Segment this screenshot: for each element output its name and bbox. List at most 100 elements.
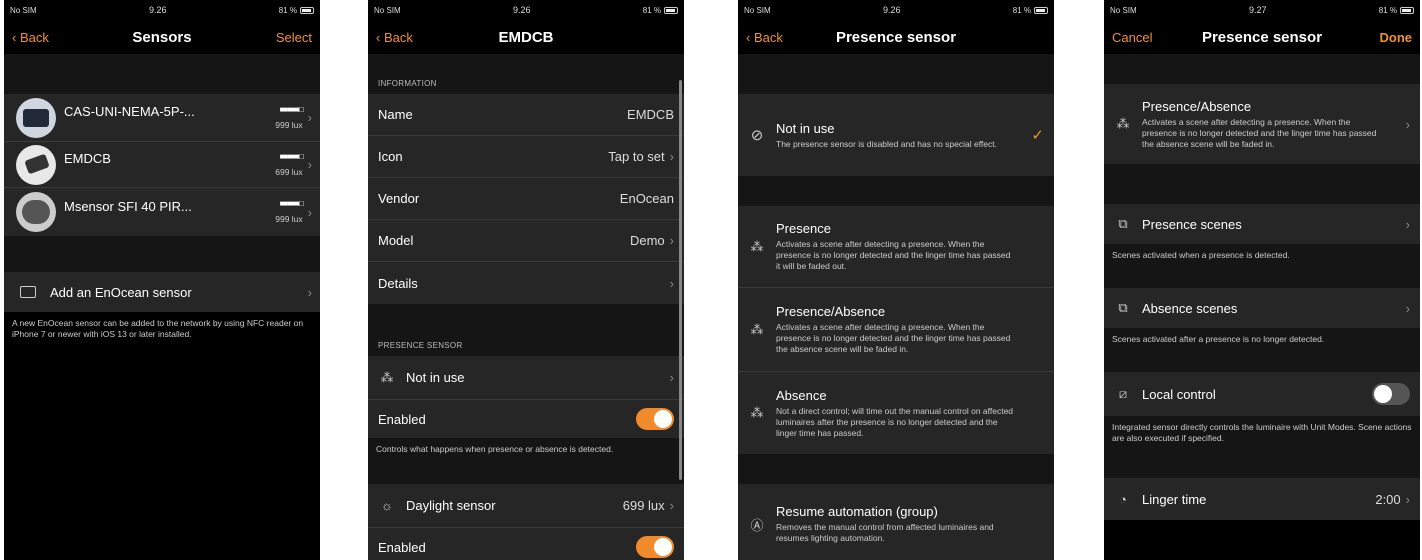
navigation-bar: ‹ Back EMDCB [368, 20, 684, 54]
chevron-right-icon: › [669, 149, 674, 164]
information-header: INFORMATION [368, 54, 684, 94]
status-bar: No SIM 9.26 81 % [368, 0, 684, 20]
details-row[interactable]: Details › [368, 262, 684, 304]
enabled-toggle[interactable] [636, 408, 674, 430]
option-description: Activates a scene after detecting a pres… [776, 322, 1011, 354]
local-control-footer: Integrated sensor directly controls the … [1104, 416, 1420, 462]
lux-value: 699 lux [275, 166, 303, 177]
linger-time-label: Linger time [1142, 491, 1207, 507]
time-label: 9.26 [882, 5, 901, 15]
option-presence-absence[interactable]: ⁂ Presence/Absence Activates a scene aft… [738, 288, 1054, 372]
scrollbar[interactable] [679, 80, 682, 480]
device-row[interactable]: EMDCB ■■■■■□ 699 lux › [4, 142, 320, 188]
sensor-device-icon [16, 192, 56, 232]
chevron-right-icon: › [1405, 300, 1410, 316]
absence-scenes-row[interactable]: ⧉ Absence scenes › [1104, 288, 1420, 328]
local-control-row: ⧄ Local control [1104, 372, 1420, 416]
automation-icon: Ⓐ [750, 517, 764, 533]
presence-scenes-label: Presence scenes [1142, 216, 1242, 232]
device-row[interactable]: Msensor SFI 40 PIR... ■■■■■□ 999 lux › [4, 188, 320, 236]
battery-icon [300, 6, 314, 14]
disabled-icon: ⊘ [750, 127, 764, 144]
linger-time-value: 2:00 [1375, 491, 1401, 507]
chevron-right-icon: › [669, 233, 674, 248]
signal-strength-icon: ■■■■■□ [279, 104, 304, 114]
status-bar: No SIM 9.27 81 % [1104, 0, 1420, 20]
option-title: Not in use [776, 120, 835, 136]
presence-footer: Controls what happens when presence or a… [368, 438, 684, 484]
screen-presence-sensor: No SIM 9.26 81 % ‹ Back Presence sensor … [738, 0, 1054, 560]
icon-row[interactable]: Icon Tap to set › [368, 136, 684, 178]
enabled-toggle-2[interactable] [636, 536, 674, 558]
icon-value: Tap to set [608, 149, 665, 164]
cancel-button[interactable]: Cancel [1112, 30, 1152, 45]
lux-value: 999 lux [275, 214, 303, 224]
daylight-value: 699 lux [622, 498, 665, 513]
local-control-toggle[interactable] [1372, 383, 1410, 405]
back-button[interactable]: ‹ Back [746, 30, 783, 45]
device-row[interactable]: CAS-UNI-NEMA-5P-... ■■■■■□ 999 lux › [4, 94, 320, 142]
chevron-right-icon: › [669, 370, 674, 385]
option-resume-automation[interactable]: Ⓐ Resume automation (group) Removes the … [738, 484, 1054, 560]
presence-scenes-footer: Scenes activated when a presence is dete… [1104, 244, 1420, 272]
enabled-row: Enabled [368, 400, 684, 438]
absence-scenes-footer: Scenes activated after a presence is no … [1104, 328, 1420, 356]
carrier-label: No SIM [1110, 5, 1137, 15]
name-label: Name [378, 107, 413, 122]
chevron-right-icon: › [1405, 491, 1410, 507]
sun-icon: ☼ [381, 498, 393, 513]
back-button[interactable]: ‹ Back [376, 30, 413, 45]
back-button[interactable]: ‹ Back [12, 30, 49, 45]
toggle-knob [654, 410, 672, 428]
daylight-label: Daylight sensor [406, 498, 496, 513]
battery-label: 81 % [278, 5, 297, 15]
back-label: Back [19, 29, 49, 45]
carrier-label: No SIM [744, 5, 771, 15]
select-button[interactable]: Select [276, 30, 312, 45]
linger-time-row[interactable]: ◔ Linger time 2:00 › [1104, 478, 1420, 520]
presence-mode-row[interactable]: ⁂ Not in use › [368, 356, 684, 400]
device-name: Msensor SFI 40 PIR... [64, 198, 192, 214]
presence-mode-row[interactable]: ⁂ Presence/Absence Activates a scene aft… [1104, 84, 1420, 164]
checkmark-icon: ✓ [1031, 127, 1044, 144]
chevron-right-icon: › [307, 284, 312, 300]
option-not-in-use[interactable]: ⊘ Not in use The presence sensor is disa… [738, 94, 1054, 176]
option-title: Presence [776, 221, 831, 236]
scene-icon: ⧉ [1118, 300, 1128, 315]
add-sensor-label: Add an EnOcean sensor [50, 284, 192, 300]
chevron-right-icon: › [1405, 216, 1410, 232]
option-description: Removes the manual control from affected… [776, 522, 994, 543]
navigation-bar: ‹ Back Presence sensor [738, 20, 1054, 54]
vendor-row: Vendor EnOcean [368, 178, 684, 220]
name-row: Name EMDCB [368, 94, 684, 136]
toggle-knob [1374, 385, 1392, 403]
status-bar: No SIM 9.26 81 % [738, 0, 1054, 20]
device-name: EMDCB [64, 151, 111, 166]
signal-strength-icon: ■■■■■□ [279, 151, 304, 161]
time-label: 9.26 [148, 5, 167, 15]
enabled-row-2: Enabled [368, 528, 684, 560]
vendor-value: EnOcean [619, 191, 674, 206]
battery-label: 81 % [1012, 5, 1031, 15]
back-label: Back [383, 29, 413, 45]
add-sensor-button[interactable]: Add an EnOcean sensor › [4, 272, 320, 312]
battery-icon [1400, 6, 1414, 14]
option-presence[interactable]: ⁂ Presence Activates a scene after detec… [738, 206, 1054, 288]
option-title: Absence [776, 387, 827, 403]
navigation-bar: ‹ Back Sensors Select [4, 20, 320, 54]
presence-scenes-row[interactable]: ⧉ Presence scenes › [1104, 204, 1420, 244]
battery-label: 81 % [642, 5, 661, 15]
sensor-device-icon [16, 97, 56, 138]
icon-label: Icon [378, 149, 403, 164]
screen-presence-config: No SIM 9.27 81 % Cancel Presence sensor … [1104, 0, 1420, 560]
option-absence[interactable]: ⁂ Absence Not a direct control; will tim… [738, 372, 1054, 454]
local-control-label: Local control [1142, 386, 1216, 402]
model-row[interactable]: Model Demo › [368, 220, 684, 262]
back-label: Back [753, 29, 783, 45]
enabled-label-2: Enabled [378, 539, 426, 555]
timer-icon: ◔ [1119, 491, 1127, 507]
daylight-sensor-row[interactable]: ☼ Daylight sensor 699 lux › [368, 484, 684, 528]
done-button[interactable]: Done [1380, 30, 1413, 45]
presence-icon: ⁂ [1116, 116, 1130, 131]
page-title: Sensors [132, 28, 192, 46]
